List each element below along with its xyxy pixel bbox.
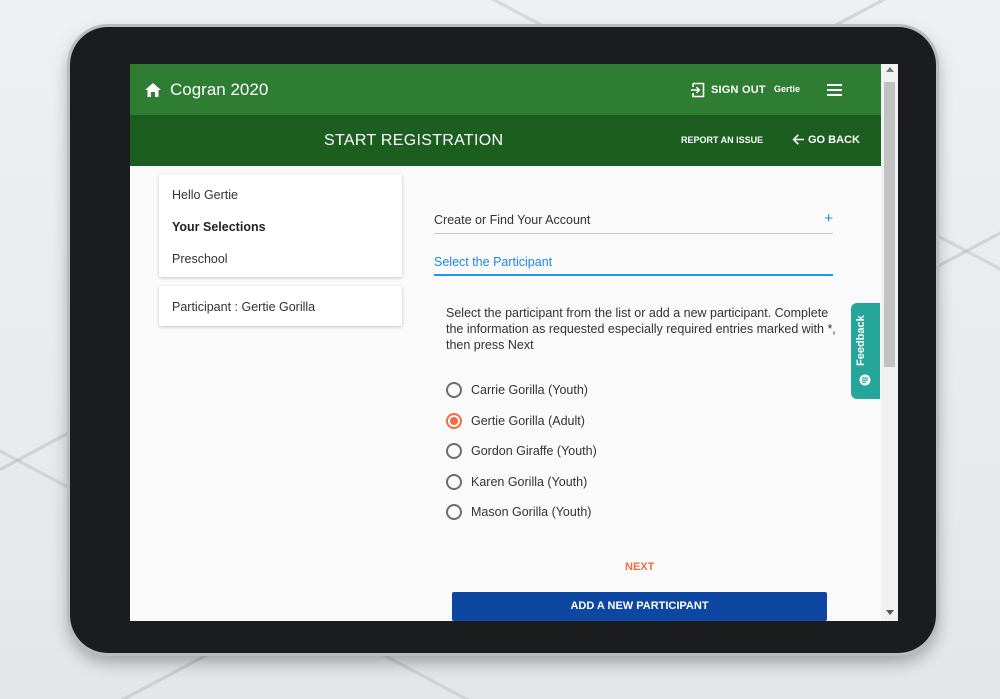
app-bar: Cogran 2020 SIGN OUT Gertie xyxy=(130,64,881,115)
feedback-icon xyxy=(859,374,871,386)
radio-label: Karen Gorilla (Youth) xyxy=(471,475,588,489)
sign-out-button[interactable]: SIGN OUT xyxy=(690,81,766,99)
app-title: Cogran 2020 xyxy=(170,80,269,99)
feedback-label: Feedback xyxy=(855,315,867,366)
step-select-participant-label: Select the Participant xyxy=(434,255,553,269)
app-screen: Cogran 2020 SIGN OUT Gertie START REGIST… xyxy=(130,64,898,621)
step-select-participant[interactable]: Select the Participant xyxy=(434,254,833,276)
vertical-scrollbar[interactable] xyxy=(881,64,898,621)
radio-label: Gertie Gorilla (Adult) xyxy=(471,414,585,428)
participant-card: Participant : Gertie Gorilla xyxy=(159,286,402,326)
selections-card: Hello Gertie Your Selections Preschool xyxy=(159,174,402,277)
radio-button-icon[interactable] xyxy=(446,443,462,459)
participant-radio-mason[interactable]: Mason Gorilla (Youth) xyxy=(446,502,591,522)
participant-radio-gertie[interactable]: Gertie Gorilla (Adult) xyxy=(446,411,585,431)
expand-plus-icon[interactable]: + xyxy=(824,210,833,227)
sign-out-icon xyxy=(691,82,705,98)
participant-summary: Participant : Gertie Gorilla xyxy=(172,300,316,314)
radio-button-icon[interactable] xyxy=(446,382,462,398)
scroll-up-arrow-icon[interactable] xyxy=(886,67,894,72)
go-back-button[interactable]: GO BACK xyxy=(792,133,860,146)
sign-out-label: SIGN OUT xyxy=(711,84,766,96)
scroll-thumb[interactable] xyxy=(884,82,895,367)
page-title: START REGISTRATION xyxy=(324,132,504,149)
step-create-account-label: Create or Find Your Account xyxy=(434,213,591,227)
participant-radio-gordon[interactable]: Gordon Giraffe (Youth) xyxy=(446,441,597,461)
selections-heading: Your Selections xyxy=(172,220,266,234)
participant-radio-karen[interactable]: Karen Gorilla (Youth) xyxy=(446,472,587,492)
next-button[interactable]: NEXT xyxy=(625,561,654,573)
feedback-tab[interactable]: Feedback xyxy=(851,303,880,399)
arrow-left-icon xyxy=(792,134,804,145)
user-name: Gertie xyxy=(774,84,801,94)
participant-radio-carrie[interactable]: Carrie Gorilla (Youth) xyxy=(446,380,588,400)
selection-item: Preschool xyxy=(172,252,228,266)
sub-header-bar: START REGISTRATION REPORT AN ISSUE GO BA… xyxy=(130,115,881,166)
report-issue-link[interactable]: REPORT AN ISSUE xyxy=(681,135,763,145)
step-create-account[interactable]: Create or Find Your Account + xyxy=(434,210,833,234)
go-back-label: GO BACK xyxy=(808,133,860,146)
radio-button-selected-icon[interactable] xyxy=(446,413,462,429)
radio-button-icon[interactable] xyxy=(446,474,462,490)
add-participant-button[interactable]: ADD A NEW PARTICIPANT xyxy=(452,592,827,621)
radio-label: Carrie Gorilla (Youth) xyxy=(471,383,588,397)
scroll-down-arrow-icon[interactable] xyxy=(886,610,894,615)
home-icon[interactable] xyxy=(144,82,162,98)
radio-button-icon[interactable] xyxy=(446,504,462,520)
greeting-text: Hello Gertie xyxy=(172,188,238,202)
radio-label: Mason Gorilla (Youth) xyxy=(471,505,592,519)
hamburger-menu-icon[interactable] xyxy=(827,84,842,96)
radio-label: Gordon Giraffe (Youth) xyxy=(471,444,597,458)
instructions-text: Select the participant from the list or … xyxy=(446,306,836,352)
